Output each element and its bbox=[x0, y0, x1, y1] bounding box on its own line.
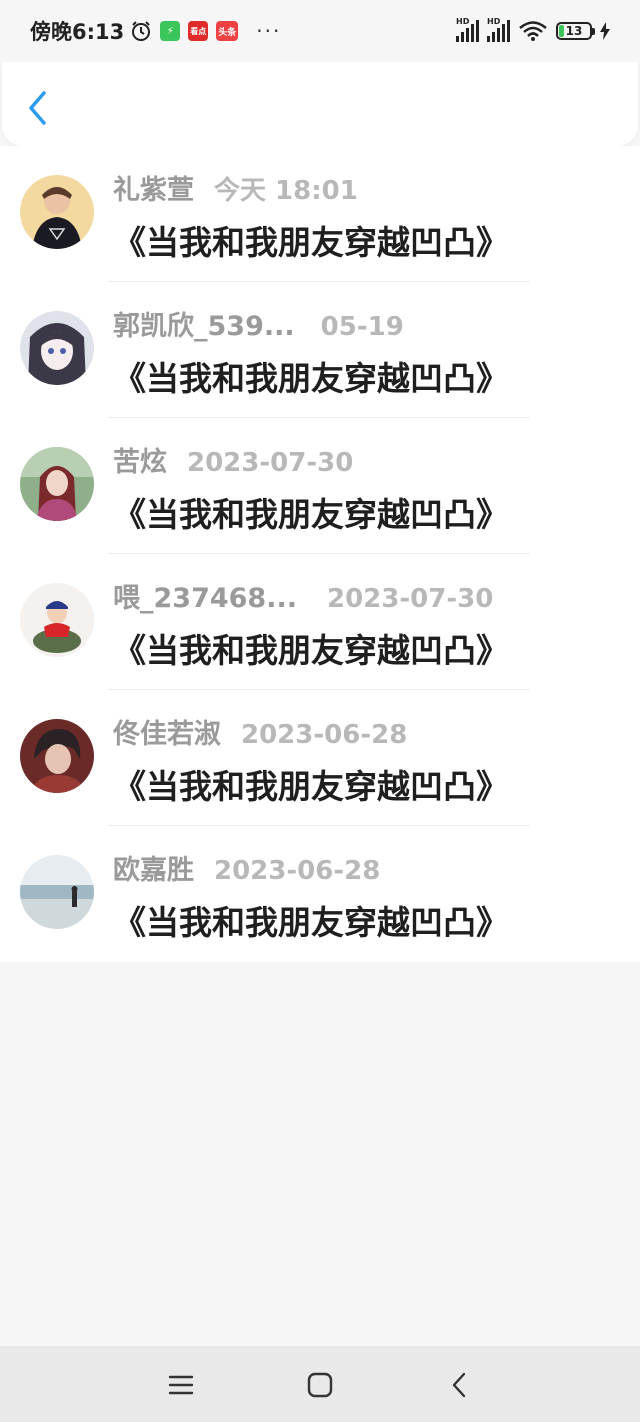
user-name[interactable]: 佟佳若淑 bbox=[113, 712, 221, 751]
user-name[interactable]: 礼紫萱 bbox=[113, 168, 194, 207]
toutiao-app-icon: 头条 bbox=[216, 21, 239, 41]
avatar[interactable] bbox=[20, 855, 94, 929]
menu-button[interactable] bbox=[166, 1370, 196, 1400]
status-system-icons: HD HD 13 bbox=[456, 17, 610, 42]
home-button[interactable] bbox=[305, 1370, 335, 1400]
comment-text: 《当我和我朋友穿越凹凸》 bbox=[113, 495, 509, 534]
charging-bolt-icon bbox=[600, 22, 610, 40]
user-name[interactable]: 欧嘉胜 bbox=[113, 848, 194, 887]
battery-level: 13 bbox=[565, 24, 583, 38]
comment-text: 《当我和我朋友穿越凹凸》 bbox=[113, 767, 509, 806]
comment-time: 05-19 bbox=[320, 312, 404, 342]
avatar[interactable] bbox=[20, 447, 94, 521]
alarm-icon bbox=[132, 21, 151, 41]
system-nav-bar bbox=[0, 1346, 640, 1422]
comment-text: 《当我和我朋友穿越凹凸》 bbox=[113, 903, 509, 942]
comment-meta: 苦炫 2023-07-30 bbox=[113, 440, 353, 479]
avatar[interactable] bbox=[20, 583, 94, 657]
comment-meta: 喂_237468... 2023-07-30 bbox=[113, 576, 493, 615]
home-square-icon bbox=[307, 1372, 333, 1398]
signal-icon: HD bbox=[456, 17, 479, 42]
user-name[interactable]: 郭凯欣_539... bbox=[113, 304, 295, 343]
back-icon bbox=[452, 1372, 466, 1398]
avatar[interactable] bbox=[20, 311, 94, 385]
comment-text: 《当我和我朋友穿越凹凸》 bbox=[113, 223, 509, 262]
user-name[interactable]: 喂_237468... bbox=[113, 576, 297, 615]
back-button[interactable] bbox=[22, 90, 52, 126]
signal-icon-2: HD bbox=[487, 17, 510, 42]
battery-icon: 13 bbox=[556, 22, 595, 40]
menu-icon bbox=[168, 1375, 194, 1395]
avatar[interactable] bbox=[20, 719, 94, 793]
list-item[interactable]: 礼紫萱 今天 18:01 《当我和我朋友穿越凹凸》 bbox=[0, 146, 640, 282]
comment-list: 礼紫萱 今天 18:01 《当我和我朋友穿越凹凸》 郭凯欣_539... 05-… bbox=[0, 146, 640, 962]
nav-back-button[interactable] bbox=[444, 1370, 474, 1400]
charging-app-icon: ⚡ bbox=[160, 21, 181, 41]
wifi-icon bbox=[519, 21, 547, 41]
comment-time: 2023-07-30 bbox=[187, 448, 354, 478]
kandian-app-icon: 看点 bbox=[188, 21, 209, 41]
avatar[interactable] bbox=[20, 175, 94, 249]
comment-meta: 礼紫萱 今天 18:01 bbox=[113, 168, 358, 207]
page-header bbox=[2, 62, 638, 146]
list-item[interactable]: 苦炫 2023-07-30 《当我和我朋友穿越凹凸》 bbox=[0, 418, 640, 554]
list-item[interactable]: 佟佳若淑 2023-06-28 《当我和我朋友穿越凹凸》 bbox=[0, 690, 640, 826]
comment-meta: 佟佳若淑 2023-06-28 bbox=[113, 712, 407, 751]
list-item[interactable]: 郭凯欣_539... 05-19 《当我和我朋友穿越凹凸》 bbox=[0, 282, 640, 418]
comment-time: 2023-07-30 bbox=[327, 584, 494, 614]
more-notifications-icon: ··· bbox=[256, 19, 282, 43]
status-notification-icons: ⚡ 看点 头条 ··· bbox=[130, 19, 281, 43]
comment-time: 2023-06-28 bbox=[214, 856, 381, 886]
comment-time: 今天 18:01 bbox=[214, 176, 358, 206]
list-item[interactable]: 欧嘉胜 2023-06-28 《当我和我朋友穿越凹凸》 bbox=[0, 826, 640, 962]
status-bar: 傍晚6:13 ⚡ 看点 头条 ··· HD HD 13 bbox=[0, 0, 640, 62]
chevron-left-icon bbox=[29, 91, 46, 125]
comment-meta: 郭凯欣_539... 05-19 bbox=[113, 304, 404, 343]
status-time: 傍晚6:13 bbox=[30, 20, 125, 44]
list-item[interactable]: 喂_237468... 2023-07-30 《当我和我朋友穿越凹凸》 bbox=[0, 554, 640, 690]
comment-text: 《当我和我朋友穿越凹凸》 bbox=[113, 359, 509, 398]
comment-text: 《当我和我朋友穿越凹凸》 bbox=[113, 631, 509, 670]
comment-time: 2023-06-28 bbox=[241, 720, 408, 750]
comment-meta: 欧嘉胜 2023-06-28 bbox=[113, 848, 380, 887]
user-name[interactable]: 苦炫 bbox=[113, 440, 167, 479]
